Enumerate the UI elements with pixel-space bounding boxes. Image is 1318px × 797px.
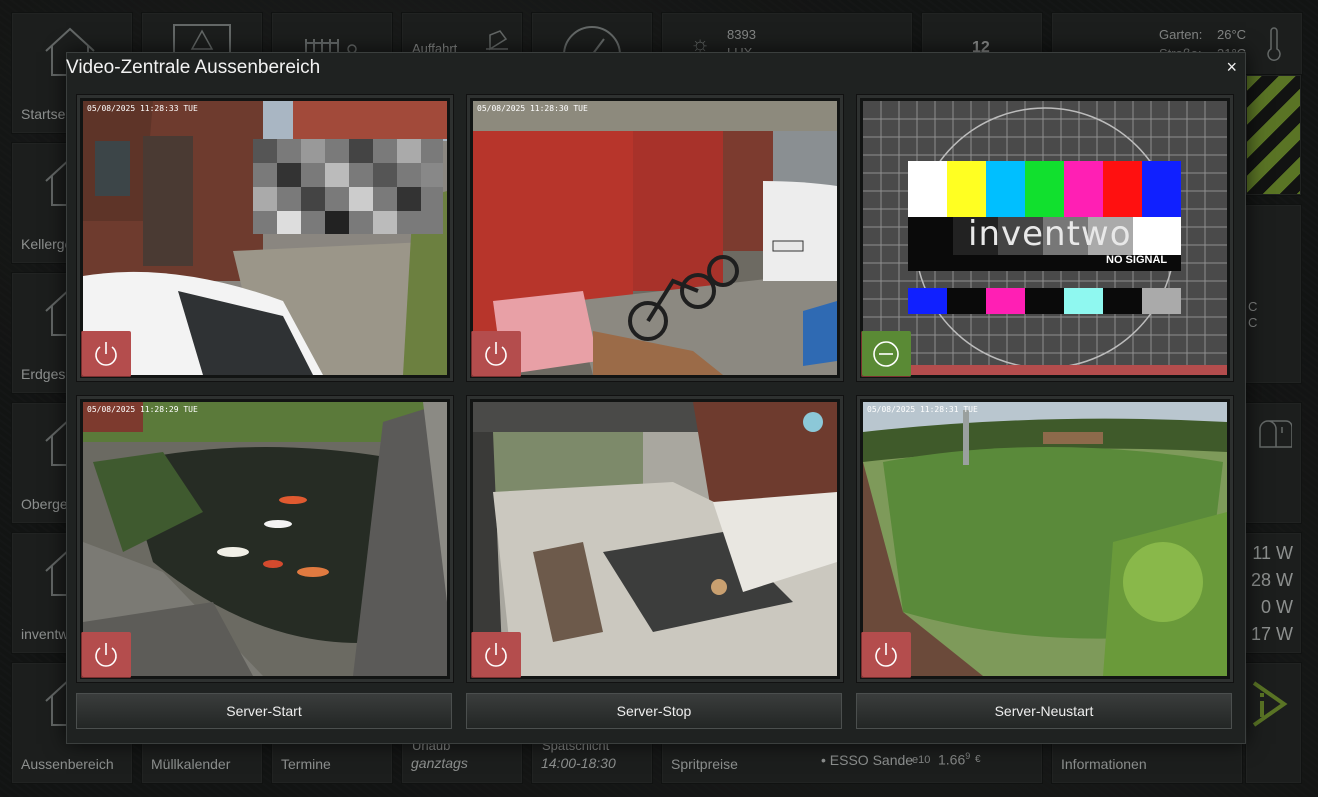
camera-tile-1[interactable]: 05/08/2025 11:28:33 TUE [77, 95, 453, 381]
camera-tile-5[interactable] [467, 396, 843, 682]
camera-timestamp: 05/08/2025 11:28:29 TUE [87, 405, 198, 414]
camera-image-driveway [83, 101, 447, 375]
camera-tile-2[interactable]: 05/08/2025 11:28:30 TUE [467, 95, 843, 381]
camera-image-carport [473, 101, 837, 375]
camera-power-button[interactable] [81, 331, 131, 377]
inventwo-brand: inventwo [968, 214, 1132, 254]
dialog-title: Video-Zentrale Aussenbereich [66, 57, 321, 78]
no-signal-label: NO SIGNAL [1106, 254, 1168, 266]
power-icon [95, 643, 117, 667]
minus-circle-icon [873, 341, 899, 367]
camera-timestamp: 05/08/2025 11:28:30 TUE [477, 104, 588, 113]
camera-power-button[interactable] [81, 632, 131, 678]
power-icon [485, 342, 507, 366]
power-icon [485, 643, 507, 667]
close-icon[interactable]: × [1226, 57, 1237, 78]
camera-power-button[interactable] [861, 632, 911, 678]
camera-power-button[interactable] [471, 331, 521, 377]
power-icon [875, 643, 897, 667]
camera-timestamp: 05/08/2025 11:28:33 TUE [87, 104, 198, 113]
privacy-blur [253, 139, 443, 234]
server-stop-button[interactable]: Server-Stop [466, 693, 842, 729]
camera-tile-6[interactable]: 05/08/2025 11:28:31 TUE [857, 396, 1233, 682]
server-restart-button[interactable]: Server-Neustart [856, 693, 1232, 729]
camera-timestamp: 05/08/2025 11:28:31 TUE [867, 405, 978, 414]
video-dialog: Video-Zentrale Aussenbereich × 05/08/202… [66, 52, 1246, 744]
camera-image-terrace [473, 402, 837, 676]
camera-tile-3[interactable]: inventwo NO SIGNAL [857, 95, 1233, 381]
server-start-button[interactable]: Server-Start [76, 693, 452, 729]
camera-power-button[interactable] [471, 632, 521, 678]
camera-power-button[interactable] [861, 331, 911, 377]
camera-tile-4[interactable]: 05/08/2025 11:28:29 TUE [77, 396, 453, 682]
power-icon [95, 342, 117, 366]
camera-image-pond [83, 402, 447, 676]
camera-image-garden [863, 402, 1227, 676]
